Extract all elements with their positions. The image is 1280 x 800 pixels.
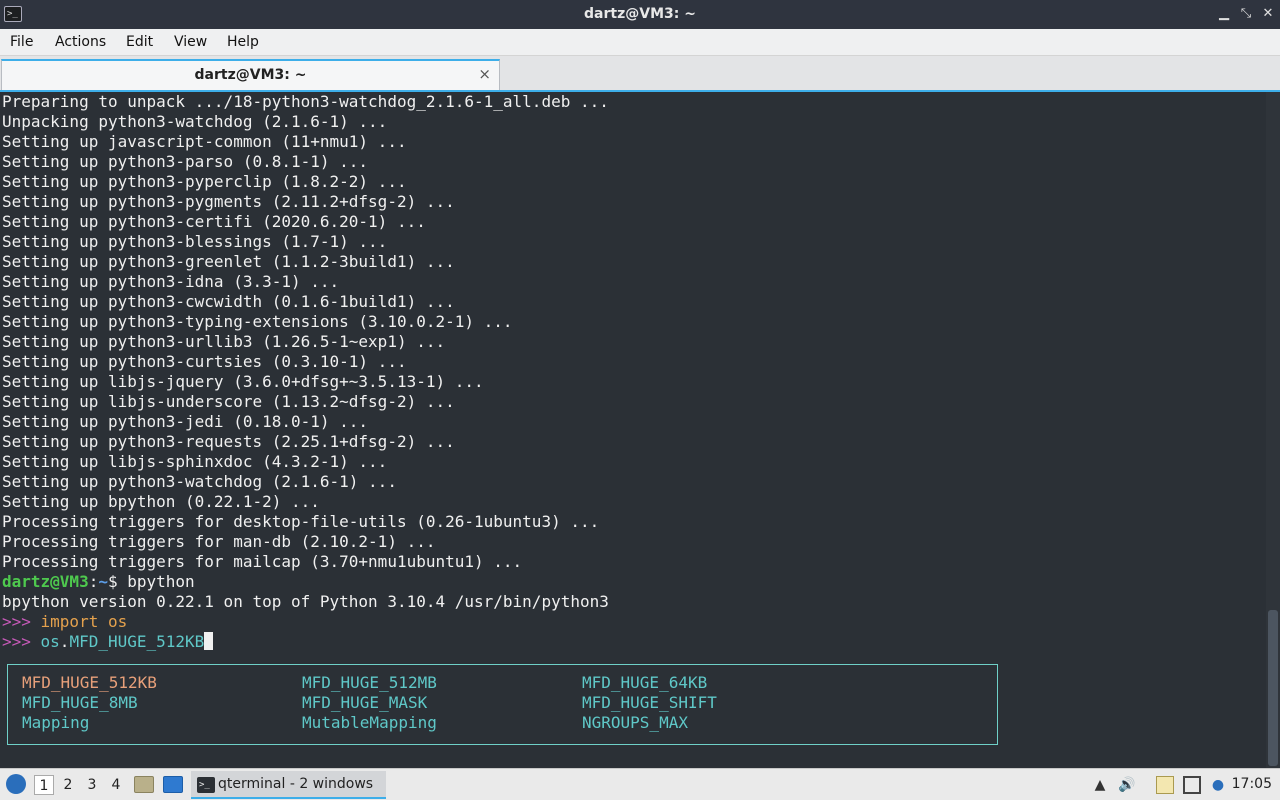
close-icon[interactable]: ✕ [1258, 4, 1278, 24]
prompt-path: ~ [98, 572, 108, 591]
prompt-separator: : [88, 572, 99, 591]
output-line: Setting up python3-certifi (2020.6.20-1)… [2, 212, 426, 231]
menu-file[interactable]: File [10, 34, 33, 50]
shell-prompt-line: dartz@VM3:~$ bpython [2, 572, 195, 592]
repl-import-target: os [98, 612, 128, 631]
window-titlebar[interactable]: >_ dartz@VM3: ~ ▁ ⤡ ✕ [0, 0, 1280, 29]
workspace-3[interactable]: 3 [82, 775, 102, 795]
repl-line-import: >>> import os [2, 612, 127, 632]
repl-keyword: import [40, 612, 99, 631]
minimize-icon[interactable]: ▁ [1214, 4, 1234, 24]
output-line: Setting up python3-urllib3 (1.26.5-1~exp… [2, 332, 446, 351]
scrollbar-thumb[interactable] [1268, 610, 1278, 766]
tab-close-icon[interactable]: × [478, 65, 491, 83]
output-line: Setting up libjs-underscore (1.13.2~dfsg… [2, 392, 455, 411]
show-desktop-icon[interactable] [163, 776, 183, 793]
lubuntu-logo-icon[interactable] [6, 774, 26, 794]
prompt-symbol: $ [107, 572, 128, 591]
network-icon[interactable] [1183, 776, 1201, 794]
completion-item[interactable]: MFD_HUGE_MASK [302, 693, 427, 713]
menu-view[interactable]: View [174, 34, 207, 50]
output-line: Setting up python3-curtsies (0.3.10-1) .… [2, 352, 407, 371]
workspace-1[interactable]: 1 [34, 775, 54, 795]
output-line: Setting up python3-idna (3.3-1) ... [2, 272, 340, 291]
notification-icon[interactable]: ● [1209, 776, 1227, 794]
completion-item[interactable]: MFD_HUGE_512KB [22, 673, 157, 693]
output-line: Setting up javascript-common (11+nmu1) .… [2, 132, 407, 151]
output-line: Setting up libjs-jquery (3.6.0+dfsg+~3.5… [2, 372, 484, 391]
update-notifier-icon[interactable]: ▲ [1091, 776, 1109, 794]
output-line: Setting up bpython (0.22.1-2) ... [2, 492, 320, 511]
menu-help[interactable]: Help [227, 34, 259, 50]
completion-item[interactable]: MFD_HUGE_64KB [582, 673, 707, 693]
output-line: Unpacking python3-watchdog (2.1.6-1) ... [2, 112, 388, 131]
completion-item[interactable]: MutableMapping [302, 713, 437, 733]
repl-prompt: >>> [2, 612, 41, 631]
output-line: Setting up python3-blessings (1.7-1) ... [2, 232, 388, 251]
output-line: Processing triggers for desktop-file-uti… [2, 512, 600, 531]
menu-edit[interactable]: Edit [126, 34, 153, 50]
terminal-output[interactable]: Preparing to unpack .../18-python3-watch… [0, 90, 1280, 768]
output-line: Processing triggers for mailcap (3.70+nm… [2, 552, 523, 571]
menu-actions[interactable]: Actions [55, 34, 106, 50]
prompt-command: bpython [127, 572, 195, 591]
workspace-2[interactable]: 2 [58, 775, 78, 795]
output-line: Setting up python3-typing-extensions (3.… [2, 312, 513, 331]
clock[interactable]: 17:05 [1232, 776, 1272, 792]
completion-item[interactable]: MFD_HUGE_SHIFT [582, 693, 717, 713]
output-line: Setting up python3-greenlet (1.1.2-3buil… [2, 252, 455, 271]
workspace-4[interactable]: 4 [106, 775, 126, 795]
taskbar-task-qterminal[interactable]: >_ qterminal - 2 windows [191, 771, 386, 799]
autocomplete-popup: MFD_HUGE_512KB MFD_HUGE_512MB MFD_HUGE_6… [7, 664, 998, 745]
repl-dot: . [59, 632, 70, 651]
text-cursor [204, 632, 214, 650]
menu-bar: File Actions Edit View Help [0, 29, 1280, 56]
restore-icon[interactable]: ⤡ [1236, 4, 1256, 24]
output-line: Setting up python3-cwcwidth (0.1.6-1buil… [2, 292, 455, 311]
volume-icon[interactable]: 🔊 [1118, 776, 1136, 794]
output-line: Setting up libjs-sphinxdoc (4.3.2-1) ... [2, 452, 388, 471]
repl-module: os [40, 632, 60, 651]
output-line: Setting up python3-jedi (0.18.0-1) ... [2, 412, 369, 431]
output-line: Processing triggers for man-db (2.10.2-1… [2, 532, 436, 551]
terminal-scrollbar[interactable] [1266, 92, 1280, 768]
terminal-icon: >_ [197, 777, 215, 793]
file-manager-icon[interactable] [134, 776, 154, 793]
window-title: dartz@VM3: ~ [584, 6, 696, 22]
taskbar: 1 2 3 4 >_ qterminal - 2 windows ▲ 🔊 ● 1… [0, 768, 1280, 800]
repl-input-line[interactable]: >>> os.MFD_HUGE_512KB [2, 632, 214, 652]
completion-item[interactable]: MFD_HUGE_512MB [302, 673, 437, 693]
output-line: Setting up python3-requests (2.25.1+dfsg… [2, 432, 455, 451]
repl-attribute: MFD_HUGE_512KB [69, 632, 205, 651]
output-line: Setting up python3-pyperclip (1.8.2-2) .… [2, 172, 407, 191]
task-label: qterminal - 2 windows [218, 776, 374, 792]
tab-bar: dartz@VM3: ~ × [0, 56, 1280, 90]
tab-label: dartz@VM3: ~ [194, 67, 307, 83]
clipboard-icon[interactable] [1156, 776, 1174, 794]
output-line: Setting up python3-parso (0.8.1-1) ... [2, 152, 369, 171]
output-line: Setting up python3-watchdog (2.1.6-1) ..… [2, 472, 397, 491]
repl-prompt: >>> [2, 632, 41, 651]
output-line: Setting up python3-pygments (2.11.2+dfsg… [2, 192, 455, 211]
tab-terminal[interactable]: dartz@VM3: ~ × [1, 59, 500, 90]
completion-item[interactable]: NGROUPS_MAX [582, 713, 688, 733]
prompt-user-host: dartz@VM3 [2, 572, 89, 591]
bpython-banner: bpython version 0.22.1 on top of Python … [2, 592, 609, 611]
completion-item[interactable]: Mapping [22, 713, 89, 733]
completion-item[interactable]: MFD_HUGE_8MB [22, 693, 138, 713]
output-line: Preparing to unpack .../18-python3-watch… [2, 92, 609, 111]
